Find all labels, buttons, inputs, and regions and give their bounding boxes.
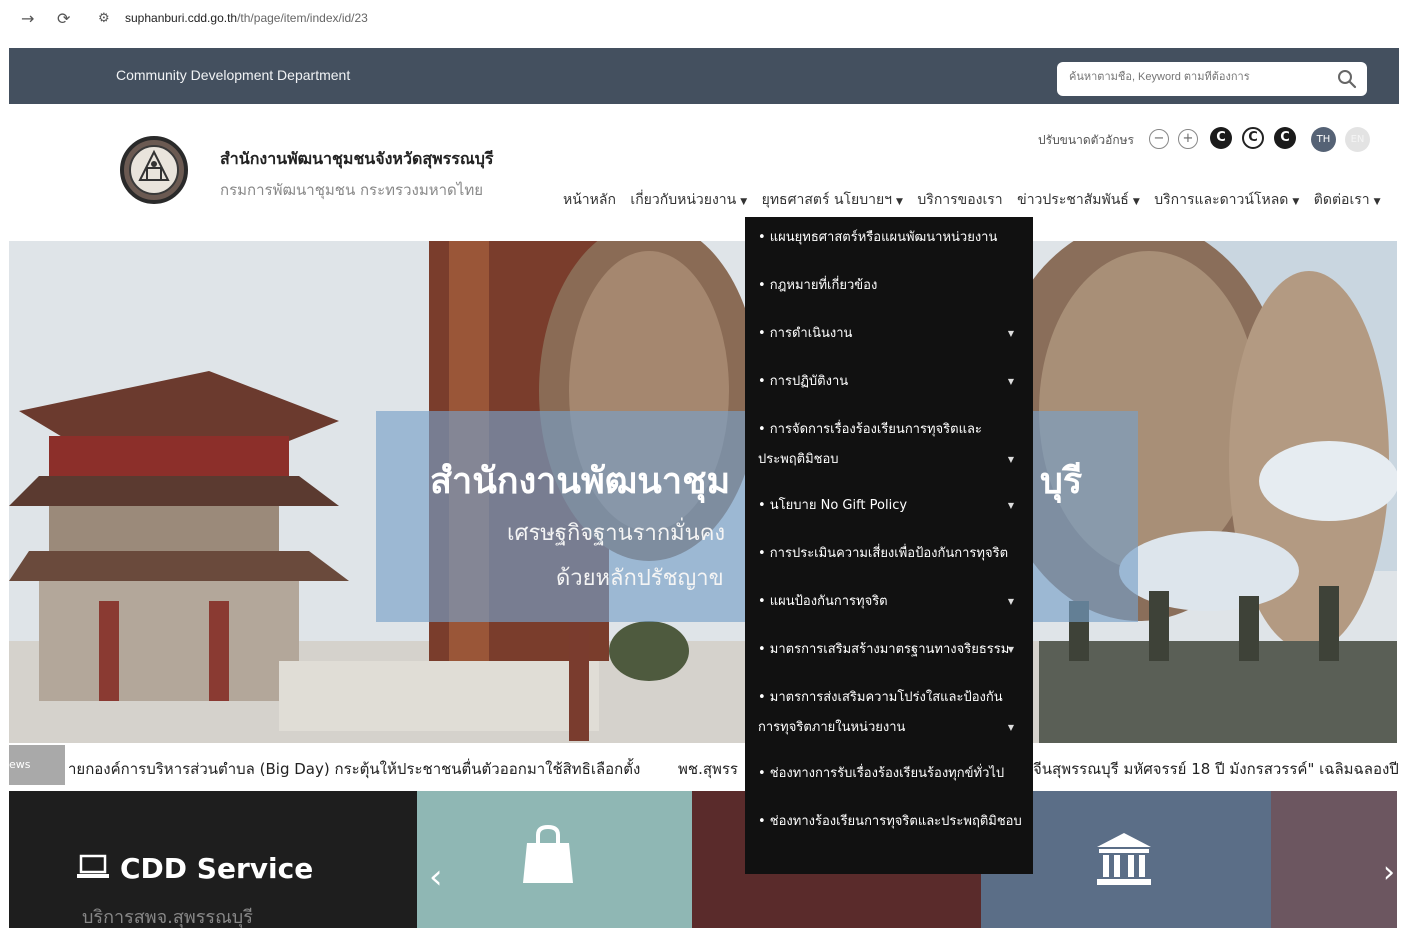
dropdown-item[interactable]: • แผนป้องกันการทุจริต ▼ <box>758 587 1023 617</box>
hero-line-2: ด้วยหลักปรัชญาข <box>556 566 724 591</box>
url-domain: suphanburi.cdd.go.th <box>125 11 238 25</box>
dropdown-item[interactable]: • การดำเนินงาน ▼ <box>758 319 1023 349</box>
chevron-right-icon[interactable]: › <box>1383 855 1395 890</box>
ticker-item[interactable]: จีนสุพรรณบุรี มหัศจรรย์ 18 ปี มังกรสวรรค… <box>1033 757 1399 781</box>
chevron-down-icon: ▼ <box>1007 501 1014 510</box>
dropdown-item[interactable]: • ช่องทางร้องเรียนการทุจริตและประพฤติมิช… <box>758 807 1023 837</box>
ticker-item[interactable]: พช.สุพรร <box>678 757 738 781</box>
cdd-service-subtitle: บริการสพจ.สุพรรณบุรี <box>82 907 253 928</box>
dropdown-item[interactable]: • มาตรการเสริมสร้างมาตรฐานทางจริยธรรม ▼ <box>758 635 1023 665</box>
nav-item-contact[interactable]: ติดต่อเรา ▼ <box>1314 189 1381 211</box>
dropdown-item[interactable]: • นโยบาย No Gift Policy ▼ <box>758 491 1023 521</box>
laptop-icon <box>77 854 109 878</box>
chevron-down-icon: ▼ <box>1132 197 1140 207</box>
url-path: /th/page/item/index/id/23 <box>237 11 368 25</box>
ticker-item[interactable]: ายกองค์การบริหารส่วนตำบล (Big Day) กระตุ… <box>68 757 640 781</box>
font-decrease-button[interactable]: − <box>1149 129 1169 149</box>
strategy-dropdown-menu: • แผนยุทธศาสตร์หรือแผนพัฒนาหน่วยงาน • กฎ… <box>745 217 1033 874</box>
institution-icon <box>1097 833 1151 885</box>
forward-arrow-icon[interactable]: → <box>21 9 34 28</box>
dropdown-item[interactable]: • กฎหมายที่เกี่ยวข้อง <box>758 271 1023 301</box>
dropdown-item[interactable]: • ช่องทางการรับเรื่องร้องเรียนร้องทุกข์ท… <box>758 759 1023 789</box>
lang-th-button[interactable]: TH <box>1311 127 1336 152</box>
main-nav: หน้าหลัก เกี่ยวกับหน่วยงาน ▼ ยุทธศาสตร์ น… <box>563 189 1391 211</box>
chevron-down-icon: ▼ <box>1007 723 1014 732</box>
chevron-down-icon: ▼ <box>1007 597 1014 606</box>
org-logo[interactable] <box>120 124 188 216</box>
nav-item-strategy[interactable]: ยุทธศาสตร์ นโยบายฯ ▼ <box>762 189 903 211</box>
news-badge: ews <box>9 745 65 785</box>
search-icon[interactable] <box>1337 69 1357 89</box>
contrast-yellow-button[interactable]: C <box>1274 127 1296 149</box>
department-label: Community Development Department <box>116 67 351 83</box>
chevron-down-icon: ▼ <box>1007 329 1014 338</box>
reload-icon[interactable]: ⟳ <box>57 9 70 28</box>
service-tile-shopping[interactable]: ‹ <box>417 791 692 928</box>
lang-en-button[interactable]: EN <box>1345 127 1370 152</box>
chevron-down-icon: ▼ <box>1373 197 1381 207</box>
hero-line-1: เศรษฐกิจฐานรากมั่นคง <box>507 521 726 546</box>
dropdown-item[interactable]: • การปฏิบัติงาน ▼ <box>758 367 1023 397</box>
nav-item-downloads[interactable]: บริการและดาวน์โหลด ▼ <box>1154 189 1299 211</box>
address-bar[interactable]: suphanburi.cdd.go.th/th/page/item/index/… <box>125 11 368 25</box>
nav-item-home[interactable]: หน้าหลัก <box>563 189 616 211</box>
search-box[interactable] <box>1057 62 1367 96</box>
font-increase-button[interactable]: + <box>1178 129 1198 149</box>
search-input[interactable] <box>1067 70 1326 84</box>
contrast-dark-button[interactable]: C <box>1210 127 1232 149</box>
dropdown-item[interactable]: • แผนยุทธศาสตร์หรือแผนพัฒนาหน่วยงาน <box>758 223 1023 253</box>
org-subtitle: กรมการพัฒนาชุมชน กระทรวงมหาดไทย <box>220 181 484 199</box>
hero-title-end: บุรี <box>1040 461 1083 502</box>
chevron-down-icon: ▼ <box>1007 377 1014 386</box>
nav-item-about[interactable]: เกี่ยวกับหน่วยงาน ▼ <box>630 189 747 211</box>
chevron-down-icon: ▼ <box>1292 197 1300 207</box>
shopping-bag-icon <box>523 825 573 883</box>
chevron-left-icon[interactable]: ‹ <box>429 857 443 897</box>
dropdown-item[interactable]: • มาตรการส่งเสริมความโปร่งใสและป้องกันกา… <box>758 683 1023 743</box>
chevron-down-icon: ▼ <box>1007 645 1014 654</box>
dropdown-item[interactable]: • การประเมินความเสี่ยงเพื่อป้องกันการทุจ… <box>758 539 1023 569</box>
org-name: สำนักงานพัฒนาชุมชนจังหวัดสุพรรณบุรี <box>220 149 494 168</box>
chevron-down-icon: ▼ <box>740 197 748 207</box>
contrast-normal-button[interactable]: C <box>1242 127 1264 149</box>
chevron-down-icon: ▼ <box>896 197 903 207</box>
hero-title: สำนักงานพัฒนาชุม <box>430 461 731 502</box>
font-size-label: ปรับขนาดตัวอักษร <box>1038 133 1134 147</box>
dropdown-item[interactable]: • การจัดการเรื่องร้องเรียนการทุจริตและปร… <box>758 415 1023 475</box>
site-settings-icon[interactable]: ⚙ <box>98 11 110 26</box>
chevron-down-icon: ▼ <box>1007 455 1014 464</box>
nav-item-services[interactable]: บริการของเรา <box>917 189 1002 211</box>
cdd-service-title: CDD Service <box>120 852 314 885</box>
nav-item-news[interactable]: ข่าวประชาสัมพันธ์ ▼ <box>1017 189 1140 211</box>
service-tile-mauve[interactable]: › <box>1271 791 1397 928</box>
